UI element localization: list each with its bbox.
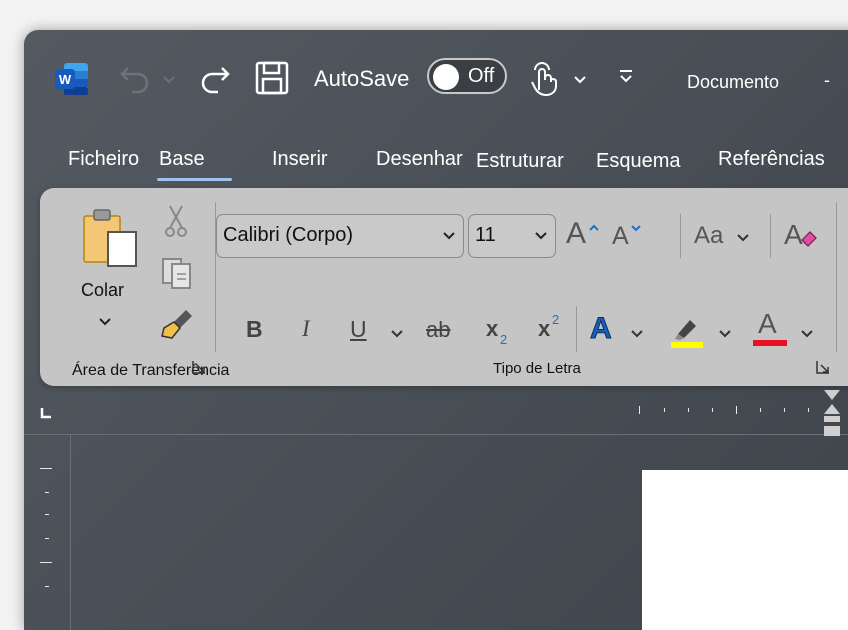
change-case-chevron-icon (736, 230, 750, 248)
svg-text:A: A (784, 219, 803, 250)
clear-formatting-icon[interactable]: A (782, 216, 820, 259)
save-icon[interactable] (254, 60, 290, 101)
strikethrough-button[interactable]: ab (426, 317, 450, 343)
grow-font-button[interactable]: A (560, 214, 602, 254)
paste-label: Colar (81, 280, 125, 300)
font-color-chevron-icon[interactable] (800, 326, 814, 344)
underline-chevron-icon[interactable] (390, 326, 404, 344)
title-dash: - (824, 70, 830, 90)
vertical-ruler-divider (70, 434, 71, 630)
subscript-base: x (486, 316, 499, 341)
redo-icon[interactable] (196, 60, 232, 101)
indent-marker-icon[interactable] (822, 390, 842, 441)
change-case-button[interactable]: Aa (694, 218, 754, 254)
autosave-toggle[interactable]: Off (427, 58, 507, 94)
font-color-bar (753, 340, 787, 346)
horizontal-ruler (624, 402, 844, 418)
superscript-base: x (538, 316, 551, 341)
font-color-button[interactable]: A (752, 308, 788, 348)
word-window: W AutoSave Off Documento - Ficheiro Base… (24, 30, 848, 630)
text-effects-letter: A (590, 312, 613, 346)
font-size-chevron-icon[interactable] (533, 227, 549, 248)
highlight-color-icon[interactable] (668, 312, 704, 353)
text-effects-chevron-icon[interactable] (630, 326, 644, 344)
paste-button[interactable]: Colar (76, 204, 146, 334)
font-color-letter: A (758, 308, 777, 339)
font-group-label: Tipo de Letra (493, 360, 581, 377)
ribbon-panel: Colar Área de Transferência Calibri (Cor… (40, 188, 848, 386)
font-name-chevron-icon[interactable] (441, 227, 457, 248)
undo-icon[interactable] (118, 60, 154, 101)
change-case-label: Aa (694, 222, 724, 249)
font-name-value: Calibri (Corpo) (223, 224, 354, 246)
touch-mode-icon[interactable] (529, 60, 559, 101)
word-logo-icon: W (54, 62, 90, 101)
font-size-value: 11 (475, 224, 496, 246)
tab-inserir[interactable]: Inserir (272, 148, 328, 171)
superscript-button[interactable]: x 2 (538, 312, 568, 346)
tab-base[interactable]: Base (159, 148, 205, 171)
active-tab-underline (157, 178, 232, 181)
tab-referencias[interactable]: Referências (718, 148, 825, 171)
font-name-combo[interactable]: Calibri (Corpo) (216, 214, 464, 258)
bold-button[interactable]: B (246, 316, 263, 343)
superscript-index: 2 (552, 312, 560, 327)
tab-selector-icon[interactable] (40, 406, 52, 424)
svg-text:W: W (59, 72, 72, 87)
customize-qat-icon[interactable] (618, 68, 634, 89)
shrink-caret-icon (630, 220, 642, 238)
subscript-button[interactable]: x 2 (486, 316, 516, 347)
document-title: Documento (687, 72, 780, 92)
underline-button[interactable]: U (350, 316, 367, 343)
font-separator (680, 214, 681, 258)
clipboard-dialog-launcher-icon[interactable] (192, 360, 206, 379)
autosave-label: AutoSave (314, 66, 410, 91)
toggle-state-label: Off (468, 65, 495, 87)
tab-desenhar[interactable]: Desenhar (376, 148, 463, 171)
tab-estruturar[interactable]: Estruturar (476, 150, 564, 173)
tab-ficheiro[interactable]: Ficheiro (68, 148, 139, 171)
italic-button[interactable]: I (302, 316, 310, 342)
undo-dropdown-chevron-icon[interactable] (162, 72, 176, 90)
document-page[interactable] (642, 470, 848, 630)
toggle-knob (433, 64, 459, 90)
font-dialog-launcher-icon[interactable] (816, 360, 830, 379)
font-separator-3 (576, 306, 577, 352)
ruler-divider (24, 434, 848, 435)
highlight-chevron-icon[interactable] (718, 326, 732, 344)
vertical-ruler (40, 464, 56, 604)
subscript-index: 2 (500, 332, 508, 347)
paste-chevron-icon (98, 314, 112, 332)
grow-caret-icon (588, 220, 600, 238)
text-effects-icon[interactable]: A (590, 312, 613, 346)
ribbon-right-separator (836, 202, 837, 352)
copy-icon[interactable] (160, 256, 194, 295)
paste-icon (80, 206, 142, 275)
font-size-combo[interactable]: 11 (468, 214, 556, 258)
shrink-font-button[interactable]: A (606, 214, 648, 254)
touch-mode-chevron-icon[interactable] (573, 72, 587, 90)
grow-font-letter: A (566, 217, 587, 250)
cut-icon[interactable] (164, 204, 188, 243)
format-painter-icon[interactable] (158, 306, 196, 345)
font-separator-2 (770, 214, 771, 258)
shrink-font-letter: A (612, 222, 629, 250)
tab-esquema[interactable]: Esquema (596, 150, 681, 173)
